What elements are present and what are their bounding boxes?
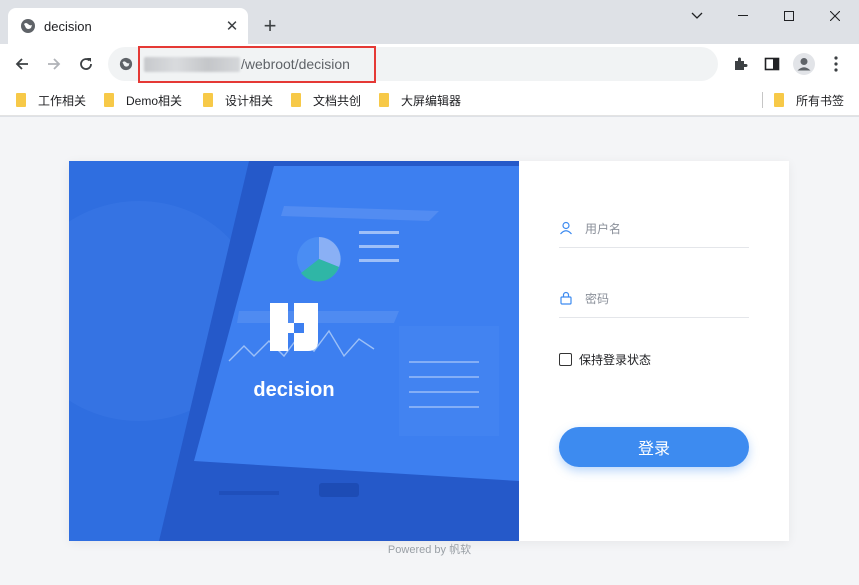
bookmark-label: 大屏编辑器 <box>401 93 462 108</box>
puzzle-icon <box>735 57 748 70</box>
bookmark-folder[interactable]: 大屏编辑器 <box>379 91 461 109</box>
arrow-left-icon <box>15 58 28 70</box>
browser-menu-button[interactable] <box>824 52 848 76</box>
bookmark-label: 文档共创 <box>313 93 362 108</box>
bookmark-label: Demo相关 <box>126 93 183 108</box>
folder-icon <box>291 93 303 107</box>
profile-icon <box>793 53 815 75</box>
address-bar[interactable]: /webroot/decision <box>108 46 718 83</box>
remember-label: 保持登录状态 <box>579 353 652 367</box>
bookmark-label: 所有书签 <box>796 93 845 108</box>
password-input[interactable] <box>585 290 745 308</box>
browser-tab[interactable]: decision ✕ <box>8 8 248 44</box>
minimize-button[interactable] <box>720 0 766 32</box>
browser-toolbar: /webroot/decision <box>0 44 859 84</box>
bookmark-folder[interactable]: 工作相关 <box>16 91 86 109</box>
remember-checkbox[interactable] <box>559 353 572 366</box>
bookmark-label: 工作相关 <box>38 93 87 108</box>
user-icon <box>559 221 575 237</box>
profile-button[interactable] <box>792 52 816 76</box>
bookmark-folder[interactable]: 设计相关 <box>203 91 273 109</box>
url-highlight-box <box>138 46 376 83</box>
hero-image: decision <box>69 161 519 541</box>
tab-search-dropdown-icon[interactable] <box>674 0 720 32</box>
powered-by-footer: Powered by 帆软 <box>387 544 472 556</box>
username-input[interactable] <box>585 220 745 238</box>
folder-icon <box>379 93 391 107</box>
maximize-button[interactable] <box>766 0 812 32</box>
close-window-button[interactable] <box>812 0 858 32</box>
side-panel-button[interactable] <box>760 52 784 76</box>
login-card: decision 保持登录状态 登录 <box>69 161 789 541</box>
remember-me[interactable]: 保持登录状态 <box>559 351 651 368</box>
page-content: decision 保持登录状态 登录 Powered by 帆软 <box>0 117 859 585</box>
login-form: 保持登录状态 登录 <box>559 161 749 541</box>
bookmark-folder[interactable]: Demo相关 <box>104 91 182 109</box>
all-bookmarks-folder[interactable]: 所有书签 <box>774 91 844 109</box>
side-panel-icon <box>764 57 780 71</box>
bookmarks-bar: 工作相关 Demo相关 设计相关 文档共创 大屏编辑器 所有书签 <box>0 84 859 116</box>
folder-icon <box>203 93 215 107</box>
extensions-button[interactable] <box>728 52 752 76</box>
brand-name: decision <box>253 379 335 401</box>
tab-title: decision <box>44 18 92 34</box>
close-tab-icon[interactable]: ✕ <box>222 16 242 36</box>
reload-button[interactable] <box>72 50 100 78</box>
back-button[interactable] <box>8 50 36 78</box>
reload-icon <box>80 58 92 70</box>
folder-icon <box>104 93 116 107</box>
lock-icon <box>559 291 575 307</box>
bookmarks-divider <box>762 92 763 108</box>
globe-icon <box>20 18 36 34</box>
forward-button[interactable] <box>40 50 68 78</box>
bookmark-label: 设计相关 <box>225 93 274 108</box>
password-field <box>559 278 749 318</box>
arrow-right-icon <box>48 58 61 70</box>
folder-icon <box>774 93 786 107</box>
bookmark-folder[interactable]: 文档共创 <box>291 91 361 109</box>
folder-icon <box>16 93 28 107</box>
kebab-menu-icon <box>834 56 838 72</box>
login-button[interactable]: 登录 <box>559 427 749 467</box>
username-field <box>559 208 749 248</box>
site-info-icon[interactable] <box>118 56 134 72</box>
new-tab-button[interactable]: + <box>258 13 282 38</box>
tab-strip: decision ✕ + <box>0 0 859 44</box>
